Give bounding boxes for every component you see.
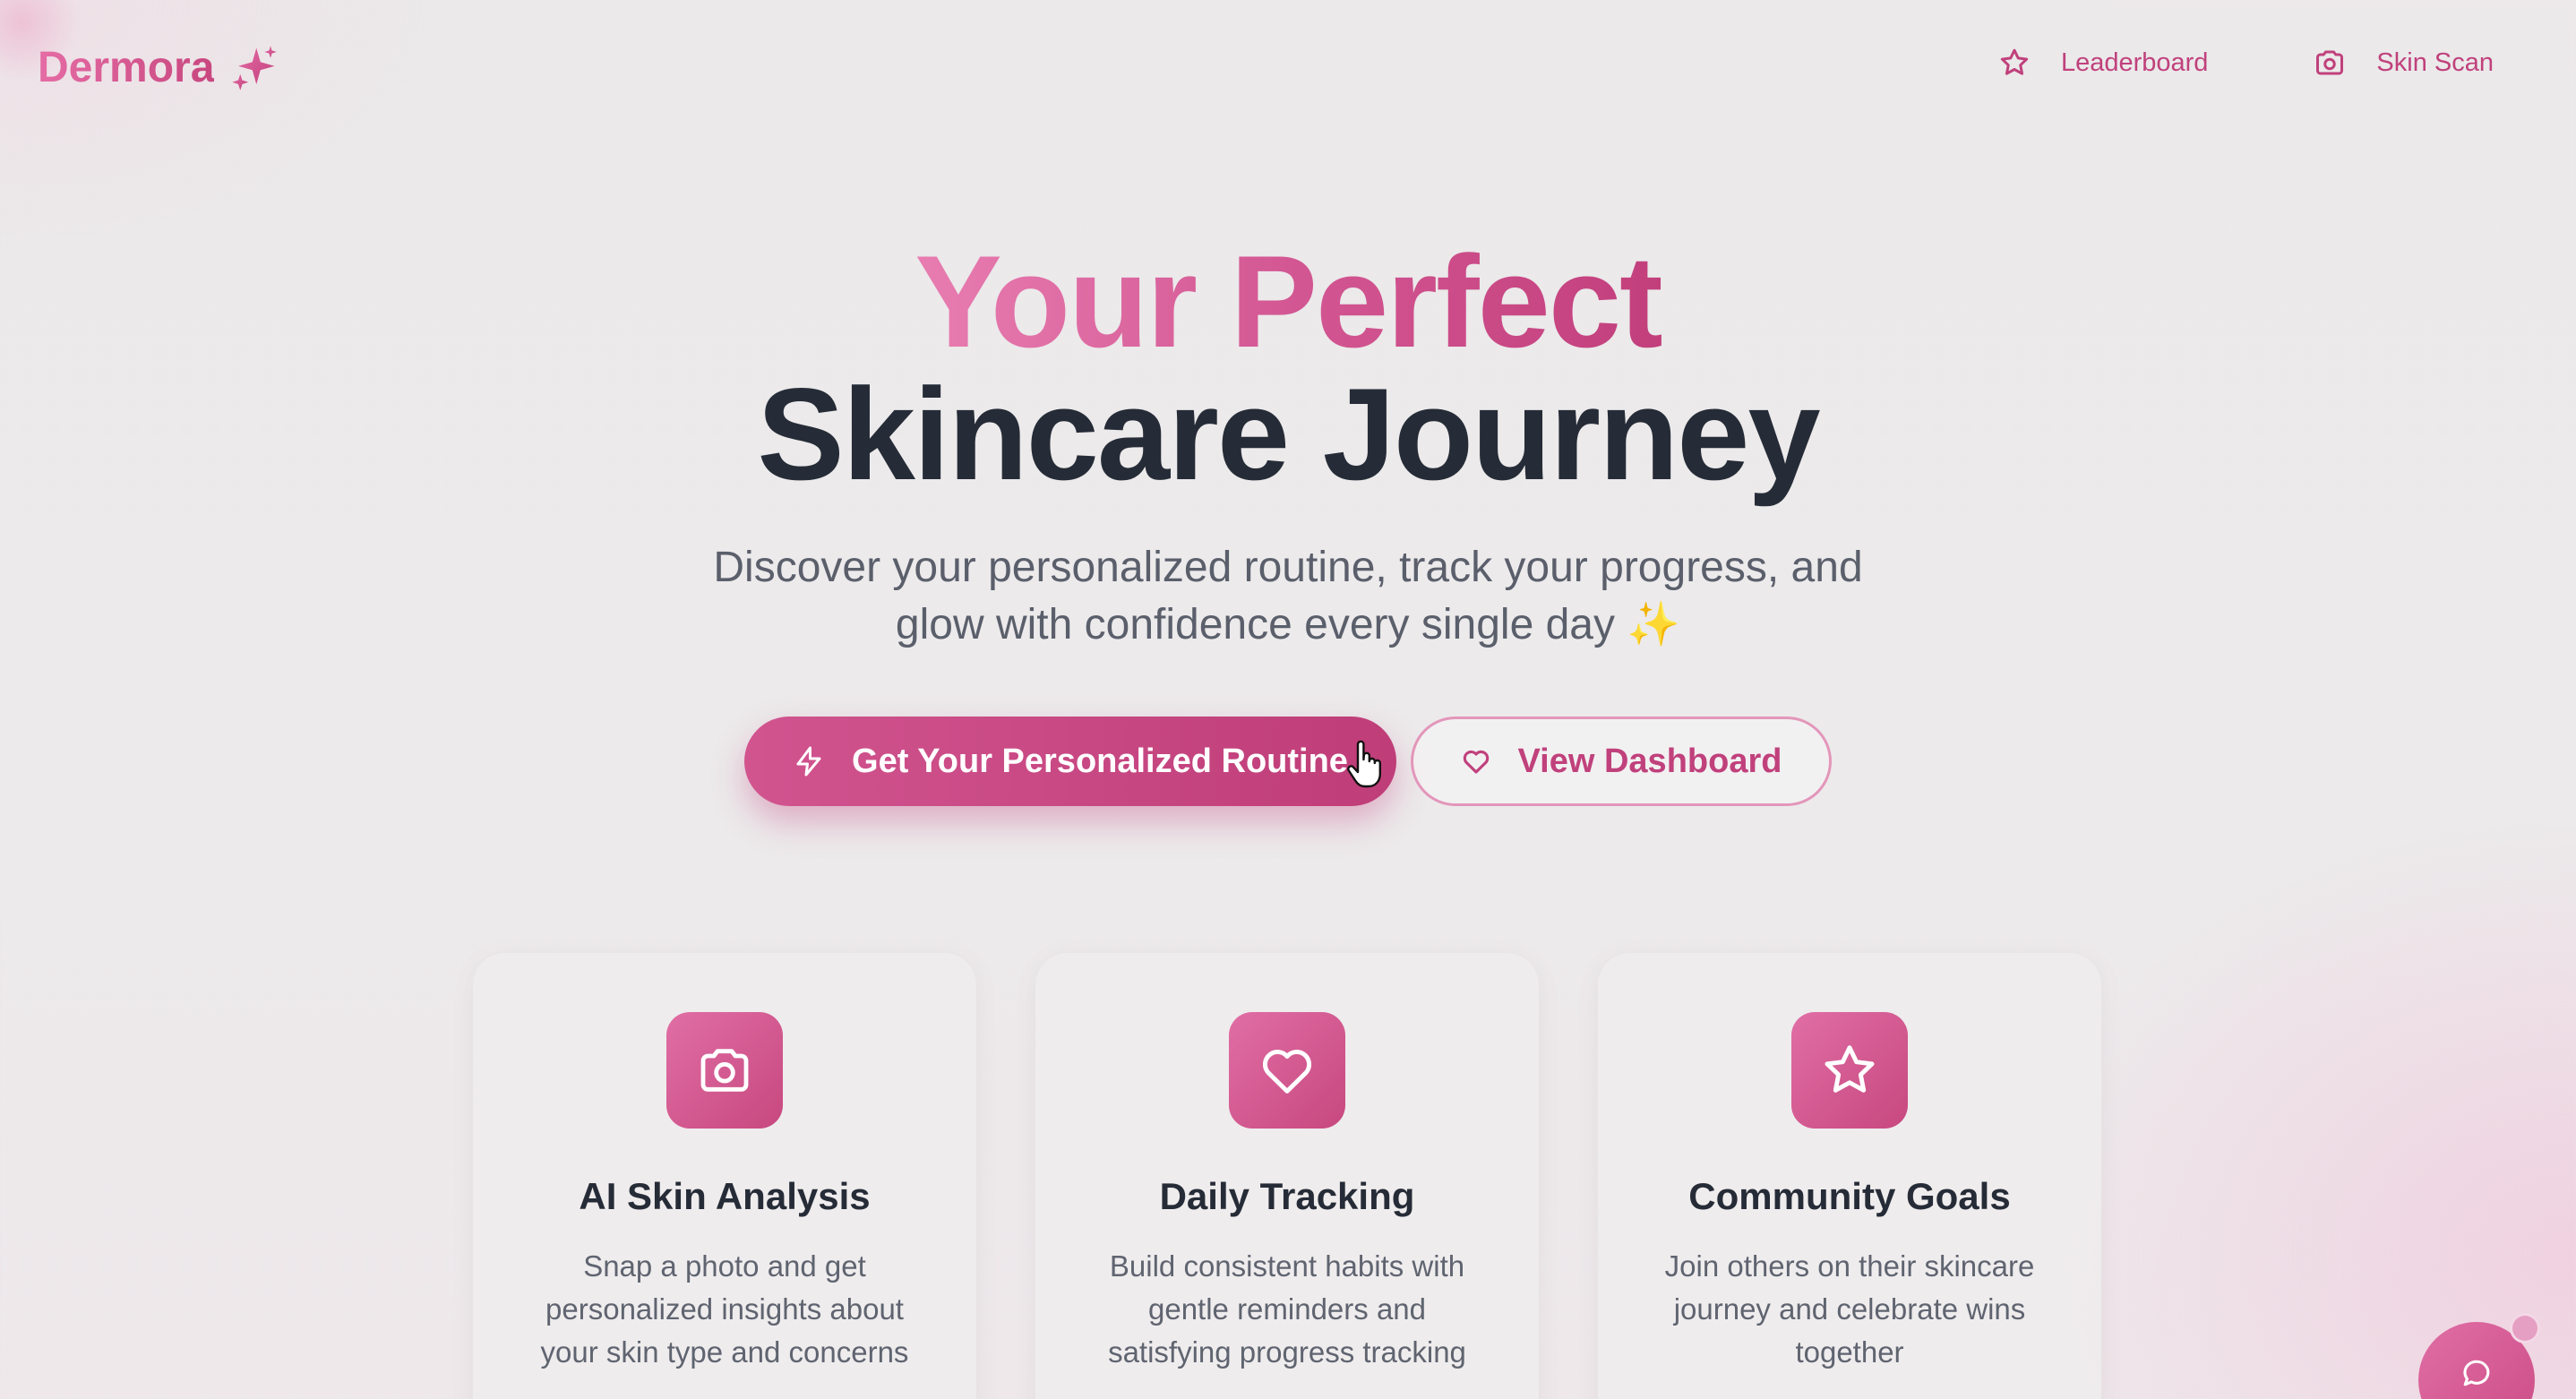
view-dashboard-label: View Dashboard — [1517, 742, 1782, 780]
hero-actions: Get Your Personalized Routine View Dashb… — [0, 717, 2576, 806]
feature-card-daily-tracking: Daily Tracking Build consistent habits w… — [1035, 953, 1539, 1399]
feature-title: AI Skin Analysis — [579, 1175, 871, 1217]
feature-description: Join others on their skincare journey an… — [1664, 1249, 2035, 1369]
chat-bubble-icon — [2461, 1358, 2492, 1393]
hero-section: Your Perfect Skincare Journey Discover y… — [0, 235, 2576, 654]
view-dashboard-button[interactable]: View Dashboard — [1411, 717, 1832, 806]
top-nav: Leaderboard Skin Scan — [1998, 47, 2494, 79]
nav-leaderboard-link[interactable]: Leaderboard — [1998, 47, 2208, 79]
chat-notification-dot — [2510, 1313, 2540, 1343]
hero-title-line1: Your Perfect — [914, 228, 1662, 374]
feature-title: Community Goals — [1688, 1175, 2011, 1217]
star-icon — [1998, 47, 2031, 79]
pointer-cursor-icon — [1345, 740, 1385, 794]
brand-logo[interactable]: Dermora — [38, 43, 279, 92]
feature-description: Build consistent habits with gentle remi… — [1108, 1249, 1466, 1369]
camera-icon — [666, 1012, 783, 1129]
get-routine-label: Get Your Personalized Routine — [852, 742, 1348, 780]
lightning-icon — [793, 745, 825, 777]
nav-leaderboard-label: Leaderboard — [2060, 47, 2209, 77]
get-routine-button[interactable]: Get Your Personalized Routine — [744, 717, 1396, 806]
camera-icon — [2314, 47, 2346, 79]
features-section: AI Skin Analysis Snap a photo and get pe… — [473, 953, 2101, 1399]
feature-card-community-goals: Community Goals Join others on their ski… — [1598, 953, 2101, 1399]
hero-subtitle-line1: Discover your personalized routine, trac… — [713, 544, 1863, 591]
hero-title-line2: Skincare Journey — [757, 361, 1820, 507]
nav-skin-scan-label: Skin Scan — [2376, 47, 2494, 77]
hero-subtitle-line2: glow with confidence every single day ✨ — [895, 601, 1681, 648]
brand-name: Dermora — [38, 44, 215, 91]
hero-subtitle: Discover your personalized routine, trac… — [670, 539, 1906, 654]
heart-icon — [1461, 746, 1491, 777]
feature-card-ai-skin-analysis: AI Skin Analysis Snap a photo and get pe… — [473, 953, 976, 1399]
feature-description: Snap a photo and get personalized insigh… — [540, 1249, 909, 1369]
feature-title: Daily Tracking — [1159, 1175, 1415, 1217]
nav-skin-scan-link[interactable]: Skin Scan — [2314, 47, 2494, 79]
heart-icon — [1229, 1012, 1345, 1129]
sparkles-icon — [230, 44, 279, 92]
star-icon — [1791, 1012, 1908, 1129]
